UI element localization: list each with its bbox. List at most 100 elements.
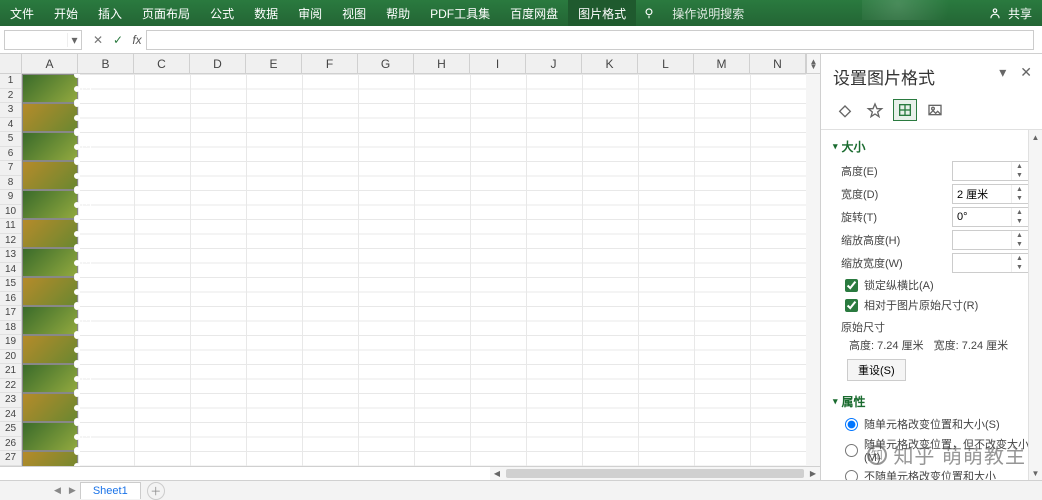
row-head[interactable]: 27: [0, 451, 21, 466]
h-scrollbar[interactable]: ◀ ▶: [0, 466, 820, 480]
rotate-handle-icon[interactable]: ⟳: [79, 431, 91, 443]
scale-height-input[interactable]: ▲▼: [952, 230, 1030, 250]
cell-grid[interactable]: ⟳⟳⟳⟳⟳⟳⟳: [22, 74, 806, 466]
col-head[interactable]: F: [302, 54, 358, 73]
tab-view[interactable]: 视图: [332, 0, 376, 26]
opt-no-move[interactable]: 不随单元格改变位置和大小: [845, 468, 1030, 480]
inserted-picture[interactable]: [22, 219, 78, 248]
pane-v-scrollbar[interactable]: ▲▼: [1028, 130, 1042, 480]
row-head[interactable]: 23: [0, 393, 21, 408]
tab-help[interactable]: 帮助: [376, 0, 420, 26]
col-head[interactable]: H: [414, 54, 470, 73]
confirm-icon[interactable]: ✓: [108, 33, 128, 47]
col-head[interactable]: D: [190, 54, 246, 73]
effects-icon[interactable]: [863, 99, 887, 121]
size-icon[interactable]: [893, 99, 917, 121]
row-head[interactable]: 6: [0, 147, 21, 162]
col-head[interactable]: K: [582, 54, 638, 73]
share-button[interactable]: 共享: [1008, 0, 1042, 26]
picture-icon[interactable]: [923, 99, 947, 121]
row-head[interactable]: 14: [0, 263, 21, 278]
rotation-input[interactable]: ▲▼: [952, 207, 1030, 227]
close-icon[interactable]: ✕: [1020, 64, 1032, 81]
section-properties[interactable]: ▾属性: [833, 393, 1030, 410]
opt-move-size[interactable]: 随单元格改变位置和大小(S): [845, 416, 1030, 432]
inserted-picture[interactable]: [22, 103, 78, 132]
col-head[interactable]: C: [134, 54, 190, 73]
col-head[interactable]: E: [246, 54, 302, 73]
row-head[interactable]: 20: [0, 350, 21, 365]
width-input[interactable]: ▲▼: [952, 184, 1030, 204]
rotate-handle-icon[interactable]: ⟳: [79, 373, 91, 385]
formula-input[interactable]: [146, 30, 1034, 50]
row-head[interactable]: 4: [0, 118, 21, 133]
col-head[interactable]: N: [750, 54, 806, 73]
tab-baidu-netdisk[interactable]: 百度网盘: [500, 0, 568, 26]
fill-icon[interactable]: [833, 99, 857, 121]
row-head[interactable]: 8: [0, 176, 21, 191]
inserted-picture[interactable]: ⟳: [22, 248, 78, 277]
col-head[interactable]: M: [694, 54, 750, 73]
fx-icon[interactable]: fx: [128, 33, 146, 47]
rotate-handle-icon[interactable]: ⟳: [79, 257, 91, 269]
inserted-picture[interactable]: [22, 451, 78, 466]
next-sheet-icon[interactable]: ▶: [65, 485, 80, 496]
chevron-down-icon[interactable]: ▾: [999, 64, 1006, 81]
col-head[interactable]: L: [638, 54, 694, 73]
relative-orig-checkbox[interactable]: 相对于图片原始尺寸(R): [845, 297, 1030, 313]
row-head[interactable]: 7: [0, 161, 21, 176]
row-head[interactable]: 17: [0, 306, 21, 321]
tell-me-input[interactable]: 操作说明搜索: [662, 0, 754, 26]
scroll-right-icon[interactable]: ▶: [806, 467, 820, 480]
sheet-tab[interactable]: Sheet1: [80, 482, 141, 499]
inserted-picture[interactable]: ⟳: [22, 74, 78, 103]
height-input[interactable]: ▲▼: [952, 161, 1030, 181]
inserted-picture[interactable]: ⟳: [22, 422, 78, 451]
v-scrollbar[interactable]: ▲▼: [806, 54, 820, 73]
tab-data[interactable]: 数据: [244, 0, 288, 26]
row-head[interactable]: 13: [0, 248, 21, 263]
reset-button[interactable]: 重设(S): [847, 359, 906, 381]
row-head[interactable]: 26: [0, 437, 21, 452]
row-head[interactable]: 19: [0, 335, 21, 350]
row-head[interactable]: 3: [0, 103, 21, 118]
row-head[interactable]: 24: [0, 408, 21, 423]
col-head[interactable]: B: [78, 54, 134, 73]
inserted-picture[interactable]: [22, 277, 78, 306]
tab-review[interactable]: 审阅: [288, 0, 332, 26]
rotate-handle-icon[interactable]: ⟳: [79, 199, 91, 211]
tab-file[interactable]: 文件: [0, 0, 44, 26]
scroll-left-icon[interactable]: ◀: [490, 467, 504, 480]
inserted-picture[interactable]: ⟳: [22, 132, 78, 161]
name-box[interactable]: ▾: [4, 30, 82, 50]
inserted-picture[interactable]: ⟳: [22, 364, 78, 393]
tab-pdf-tools[interactable]: PDF工具集: [420, 0, 500, 26]
row-head[interactable]: 18: [0, 321, 21, 336]
inserted-picture[interactable]: [22, 161, 78, 190]
add-sheet-button[interactable]: ＋: [147, 482, 165, 500]
row-head[interactable]: 22: [0, 379, 21, 394]
row-head[interactable]: 9: [0, 190, 21, 205]
scale-width-input[interactable]: ▲▼: [952, 253, 1030, 273]
col-head[interactable]: J: [526, 54, 582, 73]
inserted-picture[interactable]: ⟳: [22, 190, 78, 219]
row-head[interactable]: 15: [0, 277, 21, 292]
rotate-handle-icon[interactable]: ⟳: [79, 83, 91, 95]
inserted-picture[interactable]: ⟳: [22, 306, 78, 335]
v-scrollbar-body[interactable]: [806, 74, 820, 466]
tab-insert[interactable]: 插入: [88, 0, 132, 26]
section-size[interactable]: ▾大小: [833, 138, 1030, 155]
tab-picture-format[interactable]: 图片格式: [568, 0, 636, 26]
rotate-handle-icon[interactable]: ⟳: [79, 141, 91, 153]
row-head[interactable]: 16: [0, 292, 21, 307]
inserted-picture[interactable]: [22, 393, 78, 422]
row-head[interactable]: 12: [0, 234, 21, 249]
row-head[interactable]: 2: [0, 89, 21, 104]
cancel-icon[interactable]: ✕: [88, 33, 108, 47]
row-head[interactable]: 10: [0, 205, 21, 220]
col-head[interactable]: I: [470, 54, 526, 73]
lock-ratio-checkbox[interactable]: 锁定纵横比(A): [845, 277, 1030, 293]
row-head[interactable]: 1: [0, 74, 21, 89]
row-head[interactable]: 25: [0, 422, 21, 437]
tab-page-layout[interactable]: 页面布局: [132, 0, 200, 26]
